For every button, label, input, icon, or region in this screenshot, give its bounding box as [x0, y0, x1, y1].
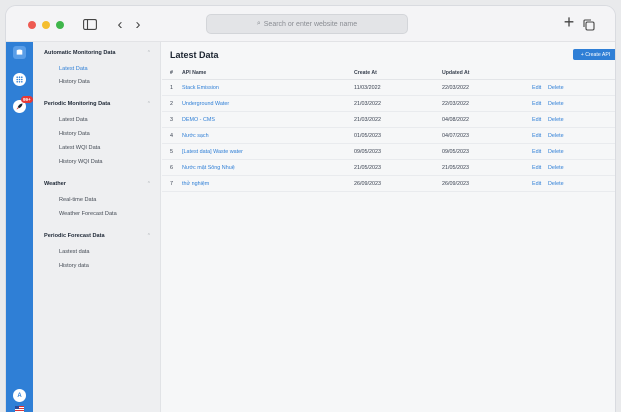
- column-header-create-at: Create At: [354, 69, 377, 76]
- create-at-cell: 01/05/2023: [354, 132, 381, 139]
- icon-rail: 99+ A: [6, 42, 33, 412]
- chevron-up-icon[interactable]: ⌃: [147, 181, 151, 187]
- column-header-api-name: API Name: [182, 69, 207, 76]
- row-number: 2: [170, 100, 173, 107]
- app-container: 99+ A ‹ Automatic Monitoring Data ⌃ Late…: [6, 42, 615, 412]
- main-content: Latest Data + Create API # API Name Crea…: [162, 42, 615, 412]
- api-name-link[interactable]: DEMO - CMS: [182, 112, 215, 127]
- sidebar-item-latest-wqi-data[interactable]: Latest WQI Data: [59, 145, 100, 151]
- chevron-up-icon[interactable]: ⌃: [147, 233, 151, 239]
- sidebar-item-weather-forecast-data[interactable]: Weather Forecast Data: [59, 211, 117, 217]
- updated-at-cell: 09/05/2023: [442, 148, 469, 155]
- row-number: 4: [170, 132, 173, 139]
- sidebar-item-history-wqi-data[interactable]: History WQI Data: [59, 159, 103, 165]
- create-at-cell: 11/03/2022: [354, 84, 381, 91]
- edit-link[interactable]: Edit: [532, 160, 541, 175]
- updated-at-cell: 22/03/2022: [442, 100, 469, 107]
- sidebar-item-periodic-history-data[interactable]: History Data: [59, 131, 90, 137]
- updated-at-cell: 04/08/2022: [442, 116, 469, 123]
- edit-link[interactable]: Edit: [532, 80, 541, 95]
- edit-link[interactable]: Edit: [532, 128, 541, 143]
- table-row: 1 Stack Emission 11/03/2022 22/03/2022 E…: [162, 80, 615, 96]
- edit-link[interactable]: Edit: [532, 96, 541, 111]
- row-number: 6: [170, 164, 173, 171]
- database-icon[interactable]: [13, 46, 26, 59]
- sidebar-group-weather[interactable]: Weather: [44, 181, 66, 187]
- sidebar-item-forecast-latest-data[interactable]: Lastest data: [59, 249, 89, 255]
- row-number: 5: [170, 148, 173, 155]
- sidebar-group-periodic-monitoring[interactable]: Periodic Monitoring Data: [44, 101, 110, 107]
- forward-arrow-icon[interactable]: ›: [132, 16, 144, 33]
- delete-link[interactable]: Delete: [548, 128, 564, 143]
- browser-toolbar: ‹ › ⌕ Search or enter website name +: [6, 6, 615, 42]
- api-name-link[interactable]: thử nghiệm: [182, 176, 209, 191]
- api-name-link[interactable]: Stack Emission: [182, 80, 219, 95]
- updated-at-cell: 26/09/2023: [442, 180, 469, 187]
- close-window-button[interactable]: [28, 21, 36, 29]
- sidebar: Automatic Monitoring Data ⌃ Latest Data …: [33, 42, 161, 412]
- edit-link[interactable]: Edit: [532, 112, 541, 127]
- table-row: 7 thử nghiệm 26/09/2023 26/09/2023 Edit …: [162, 176, 615, 192]
- table-row: 4 Nước sạch 01/05/2023 04/07/2023 Edit D…: [162, 128, 615, 144]
- maximize-window-button[interactable]: [56, 21, 64, 29]
- table-row: 5 [Latest data] Waste water 09/05/2023 0…: [162, 144, 615, 160]
- address-bar[interactable]: ⌕ Search or enter website name: [206, 14, 408, 34]
- row-number: 3: [170, 116, 173, 123]
- api-table: # API Name Create At Updated At 1 Stack …: [162, 66, 615, 192]
- create-at-cell: 21/05/2023: [354, 164, 381, 171]
- notification-badge: 99+: [21, 96, 33, 103]
- table-row: 6 Nước mặt Sông Nhuệ 21/05/2023 21/05/20…: [162, 160, 615, 176]
- apps-grid-icon[interactable]: [13, 73, 26, 86]
- api-name-link[interactable]: Nước mặt Sông Nhuệ: [182, 160, 235, 175]
- user-avatar[interactable]: A: [13, 389, 26, 402]
- chevron-up-icon[interactable]: ⌃: [147, 50, 151, 56]
- column-header-number: #: [170, 69, 173, 76]
- new-tab-plus-icon[interactable]: +: [562, 12, 576, 32]
- updated-at-cell: 04/07/2023: [442, 132, 469, 139]
- table-header: # API Name Create At Updated At: [162, 66, 615, 80]
- minimize-window-button[interactable]: [42, 21, 50, 29]
- row-number: 7: [170, 180, 173, 187]
- create-api-button[interactable]: + Create API: [573, 49, 615, 60]
- create-at-cell: 26/09/2023: [354, 180, 381, 187]
- delete-link[interactable]: Delete: [548, 96, 564, 111]
- table-row: 3 DEMO - CMS 21/03/2022 04/08/2022 Edit …: [162, 112, 615, 128]
- updated-at-cell: 21/05/2023: [442, 164, 469, 171]
- api-name-link[interactable]: [Latest data] Waste water: [182, 144, 243, 159]
- create-at-cell: 09/05/2023: [354, 148, 381, 155]
- delete-link[interactable]: Delete: [548, 80, 564, 95]
- sidebar-item-auto-history-data[interactable]: History Data: [59, 79, 90, 85]
- chevron-up-icon[interactable]: ⌃: [147, 101, 151, 107]
- sidebar-group-periodic-forecast[interactable]: Periodic Forecast Data: [44, 233, 105, 239]
- address-bar-placeholder: Search or enter website name: [263, 20, 358, 28]
- column-header-updated-at: Updated At: [442, 69, 470, 76]
- sidebar-item-auto-latest-data[interactable]: Latest Data: [59, 66, 88, 72]
- browser-window: ‹ › ⌕ Search or enter website name + 99+…: [6, 6, 615, 412]
- edit-link[interactable]: Edit: [532, 144, 541, 159]
- back-arrow-icon[interactable]: ‹: [114, 16, 126, 33]
- create-at-cell: 21/03/2022: [354, 116, 381, 123]
- delete-link[interactable]: Delete: [548, 160, 564, 175]
- table-row: 2 Underground Water 21/03/2022 22/03/202…: [162, 96, 615, 112]
- updated-at-cell: 22/03/2022: [442, 84, 469, 91]
- page-title: Latest Data: [170, 50, 219, 60]
- us-flag-icon[interactable]: [15, 406, 24, 412]
- row-number: 1: [170, 84, 173, 91]
- sidebar-group-automatic-monitoring[interactable]: Automatic Monitoring Data: [44, 50, 115, 56]
- search-icon: ⌕: [256, 20, 261, 27]
- sidebar-item-real-time-data[interactable]: Real-time Data: [59, 197, 96, 203]
- sidebar-item-periodic-latest-data[interactable]: Latest Data: [59, 117, 88, 123]
- api-name-link[interactable]: Underground Water: [182, 96, 229, 111]
- tab-overview-icon[interactable]: [582, 17, 596, 33]
- delete-link[interactable]: Delete: [548, 112, 564, 127]
- sidebar-toggle-icon[interactable]: [82, 16, 98, 32]
- sidebar-item-forecast-history-data[interactable]: History data: [59, 263, 89, 269]
- edit-link[interactable]: Edit: [532, 176, 541, 191]
- delete-link[interactable]: Delete: [548, 176, 564, 191]
- create-at-cell: 21/03/2022: [354, 100, 381, 107]
- delete-link[interactable]: Delete: [548, 144, 564, 159]
- api-name-link[interactable]: Nước sạch: [182, 128, 209, 143]
